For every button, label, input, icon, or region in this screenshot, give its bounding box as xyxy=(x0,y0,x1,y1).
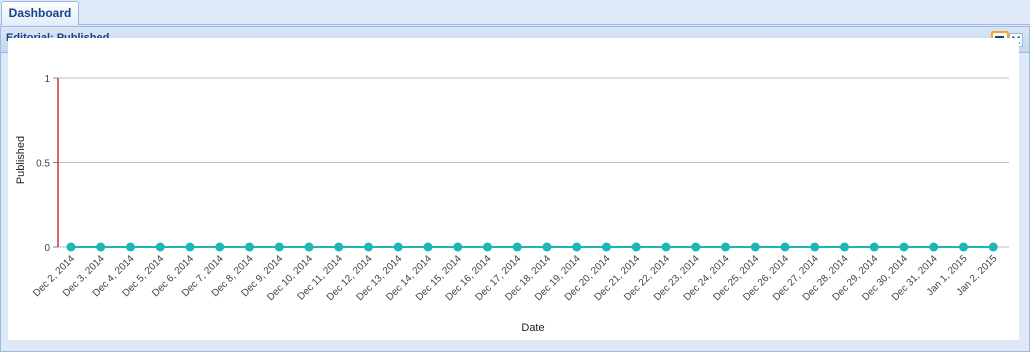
data-point xyxy=(661,242,671,252)
published-line-chart: 00.51 Dec 2, 2014Dec 3, 2014Dec 4, 2014D… xyxy=(15,74,1009,334)
data-point xyxy=(245,242,254,252)
data-point xyxy=(929,242,939,252)
data-point xyxy=(453,242,463,252)
tab-bar: Dashboard xyxy=(0,0,1030,25)
data-point xyxy=(810,242,820,252)
data-point xyxy=(959,242,968,252)
data-point xyxy=(572,242,582,252)
y-tick-label: 0.5 xyxy=(36,159,50,170)
data-point xyxy=(96,242,106,252)
data-point xyxy=(155,242,165,252)
data-point xyxy=(840,242,849,252)
data-point xyxy=(750,242,760,252)
data-point xyxy=(304,242,314,252)
data-point xyxy=(185,242,195,252)
data-point xyxy=(393,242,403,252)
data-point xyxy=(780,242,790,252)
data-point xyxy=(423,242,433,252)
data-point xyxy=(869,242,879,252)
y-tick-label: 1 xyxy=(44,74,50,85)
data-point xyxy=(483,242,492,252)
data-point xyxy=(721,242,730,252)
data-point xyxy=(215,242,225,252)
data-point xyxy=(899,242,909,252)
x-axis-label: Date xyxy=(521,322,544,334)
y-tick-label: 0 xyxy=(44,243,50,254)
chart-area: 0 0.5 1 Dec 2, 2014 Dec 3, 2014 Dec 4, 2014 D… xyxy=(8,38,1019,340)
data-point xyxy=(512,242,522,252)
data-point xyxy=(274,242,284,252)
data-point xyxy=(542,242,552,252)
data-point xyxy=(334,242,344,252)
data-point xyxy=(66,242,76,252)
data-point xyxy=(988,242,998,252)
data-point xyxy=(364,242,373,252)
tab-dashboard[interactable]: Dashboard xyxy=(1,1,79,25)
data-point xyxy=(602,242,611,252)
y-axis-label: Published xyxy=(15,136,27,184)
data-point xyxy=(631,242,641,252)
data-point xyxy=(691,242,701,252)
data-point xyxy=(126,242,135,252)
